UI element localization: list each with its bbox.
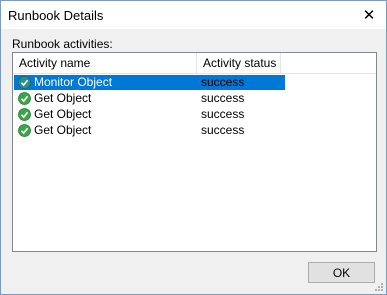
activities-list[interactable]: Activity name Activity status Monitor Ob…	[12, 52, 377, 252]
activity-name: Monitor Object	[34, 75, 113, 89]
table-row[interactable]: Get Object success	[14, 91, 285, 106]
activity-name: Get Object	[34, 123, 92, 137]
dialog-title: Runbook Details	[8, 8, 104, 23]
success-check-icon	[18, 108, 31, 121]
close-icon: ✕	[362, 7, 376, 24]
column-header-activity-status[interactable]: Activity status	[197, 53, 281, 73]
title-bar: Runbook Details ✕	[1, 1, 386, 29]
activity-name: Get Object	[34, 91, 92, 105]
table-row[interactable]: Monitor Object success	[14, 75, 285, 90]
monitor-running-icon	[18, 76, 31, 89]
activity-status: success	[201, 107, 245, 121]
table-row[interactable]: Get Object success	[14, 123, 285, 138]
activity-status: success	[201, 75, 245, 89]
success-check-icon	[18, 92, 31, 105]
table-row[interactable]: Get Object success	[14, 107, 285, 122]
resize-grip-icon[interactable]	[374, 282, 384, 292]
runbook-activities-label: Runbook activities:	[12, 37, 113, 51]
success-check-icon	[18, 124, 31, 137]
column-header-activity-name[interactable]: Activity name	[13, 53, 197, 73]
activity-status: success	[201, 91, 245, 105]
activity-name: Get Object	[34, 107, 92, 121]
runbook-details-dialog: Runbook Details ✕ Runbook activities: Ac…	[0, 0, 387, 295]
ok-button[interactable]: OK	[308, 262, 375, 283]
list-header: Activity name Activity status	[13, 53, 376, 74]
close-button[interactable]: ✕	[352, 1, 386, 29]
activity-status: success	[201, 123, 245, 137]
